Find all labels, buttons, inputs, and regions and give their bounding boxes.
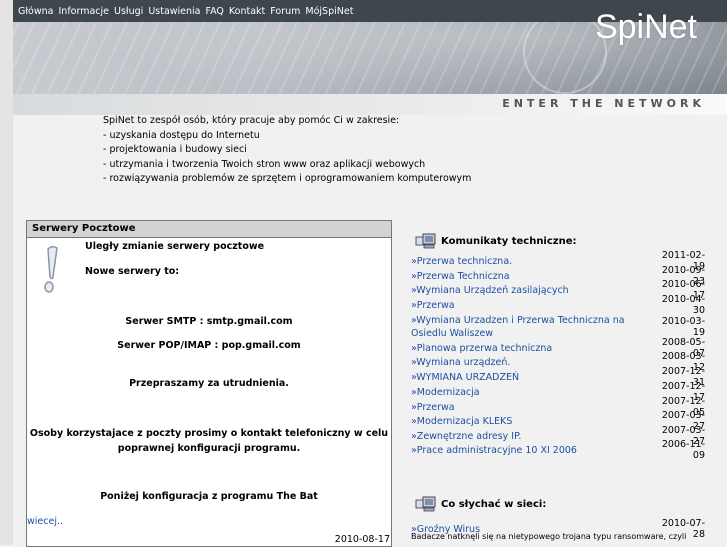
config-text: Poniżej konfiguracja z programu The Bat [100,491,318,502]
network-news-header: Co słychać w sieci: [415,496,546,512]
left-margin [0,0,13,545]
intro-item: - projektowania i budowy sieci [103,144,247,155]
tech-news-link[interactable]: »Wymiana Urządzeń zasilających [411,284,631,297]
mail-box-date: 2010-08-17 [334,534,390,545]
tech-news-link[interactable]: »Zewnętrzne adresy IP. [411,430,631,443]
nav-item-forum[interactable]: Forum [270,6,300,17]
computer-icon [415,496,436,512]
nav-item-glowna[interactable]: Główna [18,6,54,17]
network-news-desc: Badacze natknęli się na nietypowego troj… [411,532,687,541]
tech-news-item: »Prace administracyjne 10 XI 2006 2006-11… [411,439,705,461]
tech-news-link[interactable]: »Przerwa Techniczna [411,270,631,283]
tech-news-link[interactable]: »Przerwa [411,401,631,414]
mail-servers-box: Serwery Pocztowe Uległy zmianie serwery … [26,220,392,547]
pop-server-text: Serwer POP/IMAP : pop.gmail.com [117,340,301,351]
nav-item-ustawienia[interactable]: Ustawienia [148,6,200,17]
tech-news-date: 2010-03-19 [661,315,705,338]
read-more-link[interactable]: wiecej.. [27,516,63,527]
nav-item-uslugi[interactable]: Usługi [114,6,143,17]
tech-news-link[interactable]: »Wymiana urządzeń. [411,356,631,369]
tech-news-title: Komunikaty techniczne: [441,235,577,247]
tech-news-date: 2006-11-09 [661,439,705,461]
tech-news-link[interactable]: »Wymiana Urzadzen i Przerwa Techniczna n… [411,314,631,340]
apology-text: Przepraszamy za utrudnienia. [129,378,289,389]
tech-news-link[interactable]: »Modernizacja [411,386,631,399]
intro-item: - rozwiązywania problemów ze sprzętem i … [103,173,472,184]
exclamation-icon [44,245,58,293]
tech-news-link[interactable]: »Przerwa techniczna. [411,255,631,268]
tech-news-header: Komunikaty techniczne: [415,233,577,249]
tagline-bar: ENTER THE NETWORK [13,94,727,115]
nav-item-kontakt[interactable]: Kontakt [229,6,265,17]
nav-item-informacje[interactable]: Informacje [59,6,110,17]
mail-box-title: Serwery Pocztowe [27,221,391,238]
tech-news-link[interactable]: »Przerwa [411,299,631,312]
contact-text-line1: Osoby korzystajace z poczty prosimy o ko… [29,428,389,439]
computer-icon [415,233,436,249]
network-news-title: Co słychać w sieci: [441,498,547,510]
mail-changed-text: Uległy zmianie serwery pocztowe [85,241,265,252]
intro-item: - uzyskania dostępu do Internetu [103,129,260,141]
tech-news-item: »Przerwa 2010-04-30 [411,294,705,316]
spinet-logo[interactable]: SpiNet [595,8,697,47]
tech-news-item: »Wymiana Urzadzen i Przerwa Techniczna n… [411,313,705,340]
intro-heading: SpiNet to zespół osób, który pracuje aby… [103,115,400,126]
new-servers-text: Nowe serwery to: [85,266,180,277]
tech-news-link[interactable]: »Planowa przerwa techniczna [411,342,631,355]
tech-news-link[interactable]: »Prace administracyjne 10 XI 2006 [411,444,631,457]
tech-news-link[interactable]: »Modernizacja KLEKS [411,415,631,428]
nav-item-mojspinet[interactable]: MójSpiNet [305,6,353,17]
intro-item: - utrzymania i tworzenia Twoich stron ww… [103,158,426,170]
tagline-text: ENTER THE NETWORK [502,97,705,110]
contact-text-line2: poprawnej konfiguracji programu. [117,443,301,454]
nav-item-faq[interactable]: FAQ [206,6,224,17]
smtp-server-text: Serwer SMTP : smtp.gmail.com [125,316,293,327]
tech-news-link[interactable]: »WYMIANA URZADZEŃ [411,371,631,384]
intro-text: SpiNet to zespół osób, który pracuje aby… [103,114,471,187]
